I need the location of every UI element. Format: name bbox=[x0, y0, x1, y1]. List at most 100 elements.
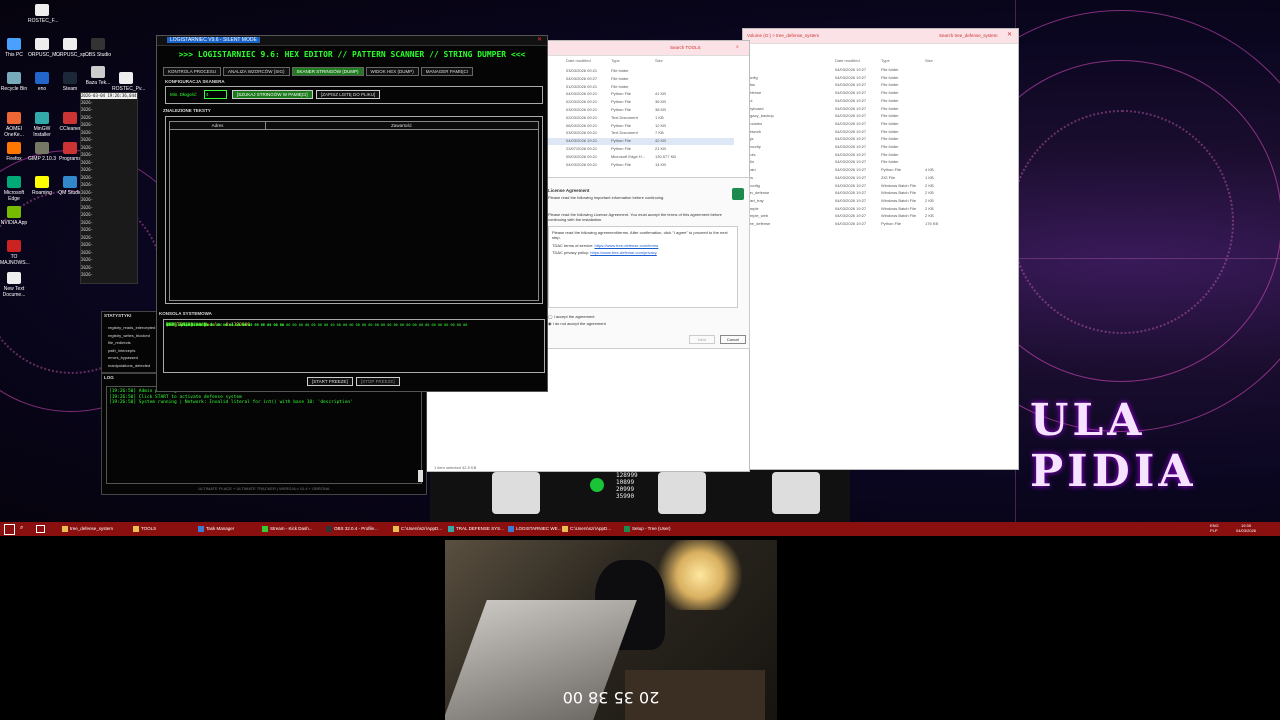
file-row[interactable]: data 04/03/2026 19:27 File folder bbox=[743, 82, 983, 89]
privacy-link[interactable]: https://www.tree-defense.com/privacy bbox=[590, 250, 656, 255]
file-row[interactable]: utils 04/03/2026 19:27 File folder bbox=[743, 159, 983, 166]
min-length-input[interactable]: 4 bbox=[204, 90, 227, 99]
search-icon[interactable]: ⌕ bbox=[736, 44, 739, 50]
close-icon[interactable]: ✕ bbox=[1007, 31, 1012, 38]
file-row[interactable]: keyboard 04/03/2026 19:27 File folder bbox=[743, 106, 983, 113]
desktop-icon[interactable]: Baza Tek... bbox=[84, 66, 112, 86]
results-table[interactable]: Adres Zawartość bbox=[169, 121, 539, 301]
stop-freeze-button[interactable]: [STOP FREEZE] bbox=[356, 377, 400, 386]
file-row[interactable]: legacy_backup 04/03/2026 19:27 File folder bbox=[743, 113, 983, 120]
column-address[interactable]: Adres bbox=[170, 122, 266, 129]
taskbar-item[interactable]: tree_defense_system bbox=[62, 524, 113, 534]
column-header[interactable]: Date modified bbox=[835, 58, 860, 63]
desktop-icon[interactable]: Recycle Bin bbox=[0, 72, 28, 92]
desktop-icon[interactable]: New Text Docume... bbox=[0, 272, 28, 298]
taskbar-item[interactable]: C:\Users\szr\AppD... bbox=[562, 524, 611, 534]
desktop-icon[interactable]: eno bbox=[28, 72, 56, 92]
desktop-icon[interactable]: ROSTEC_Pv... bbox=[112, 72, 145, 92]
file-cell: 01/03/2026 09:21 bbox=[566, 83, 598, 89]
taskbar-item[interactable]: Task Manager bbox=[198, 524, 234, 534]
file-row[interactable]: tree_defense 04/03/2026 19:27 Python File 1… bbox=[743, 221, 983, 228]
taskbar-item[interactable]: LOGISTARNIEC WE... bbox=[508, 524, 561, 534]
file-row[interactable]: run_defense 04/03/2026 19:27 Windows Batch… bbox=[743, 190, 983, 197]
start-icon[interactable] bbox=[4, 524, 15, 535]
taskbar-item[interactable]: OBS 32.0.4 - Profile... bbox=[326, 524, 378, 534]
desktop-icon[interactable]: NVIDIA App bbox=[0, 206, 28, 226]
log-text-area[interactable]: [19:26:50] Admin privileges: <> [19:26:50… bbox=[106, 386, 422, 484]
desktop-icon[interactable]: ORPUSC_M... bbox=[28, 38, 61, 58]
desktop-icon[interactable]: ROSTEC_F... bbox=[28, 4, 58, 24]
file-cell: File folder bbox=[881, 151, 899, 157]
desktop-icon[interactable]: OBS Studio bbox=[84, 38, 112, 58]
tab-signature-analysis[interactable]: ANALIZA WZORCÓW (SIG) bbox=[223, 67, 290, 76]
column-header[interactable]: Size bbox=[925, 58, 933, 63]
explorer-path[interactable]: Volume (G:) > tree_defense_system bbox=[747, 33, 819, 38]
file-row[interactable]: network 04/03/2026 19:27 File folder bbox=[743, 129, 983, 136]
desktop-icon[interactable]: Microsoft Edge bbox=[0, 176, 28, 202]
file-row[interactable]: simple_web 04/03/2026 19:27 Windows Batch … bbox=[743, 213, 983, 220]
cancel-button[interactable]: Cancel bbox=[720, 335, 746, 344]
title-bar[interactable]: LOGISTARNIEC V9.6 - SILENT MODE ✕ bbox=[157, 36, 547, 46]
tab-string-scanner[interactable]: SKANER STRINGÓW (DUMP) bbox=[291, 67, 364, 76]
tray-clock[interactable]: 19:35 04/03/2026 bbox=[1236, 523, 1256, 533]
file-row[interactable]: ogs 04/03/2026 19:27 File folder bbox=[743, 136, 983, 143]
file-row[interactable]: modules 04/03/2026 19:27 File folder bbox=[743, 121, 983, 128]
desktop-icon[interactable]: GIMP 2.10.3 bbox=[28, 142, 56, 162]
save-list-button[interactable]: [ZAPISZ LISTĘ DO PLIKU] bbox=[316, 90, 381, 99]
tab-process-control[interactable]: KONTROLA PROCESU bbox=[163, 67, 222, 76]
taskbar-item[interactable]: C:\Users\szr\AppD... bbox=[393, 524, 442, 534]
tab-memory-manager[interactable]: MANAGER PAMIĘCI bbox=[420, 67, 473, 76]
file-row[interactable]: sys 04/03/2026 19:27 ZIG File 1 KB bbox=[743, 175, 983, 182]
file-row[interactable]: security 04/03/2026 19:27 File folder bbox=[743, 144, 983, 151]
explorer-search-input[interactable]: Search tree_defense_system bbox=[939, 33, 998, 38]
console-box[interactable]: [SYSTEM] Base Module: 0x1320000 Podgląd b… bbox=[163, 319, 545, 373]
desktop-icon[interactable]: MinGW Installer bbox=[28, 112, 56, 138]
explorer-window-tree[interactable]: Volume (G:) > tree_defense_system Search… bbox=[742, 28, 1019, 470]
taskbar-item[interactable]: Setup - Tree (User) bbox=[624, 524, 671, 534]
desktop-icon[interactable]: TO MAJNOWS... bbox=[0, 240, 30, 266]
file-row[interactable]: config 04/03/2026 19:27 File folder bbox=[743, 75, 983, 82]
taskbar-item[interactable]: TRAL DEFENSE SYS... bbox=[448, 524, 504, 534]
decline-radio[interactable]: ◉ I do not accept the agreement bbox=[548, 321, 606, 326]
agreement-textbox[interactable]: Please read the following agreement/term… bbox=[548, 226, 738, 308]
taskbar-item[interactable]: Stream - Kick Dash... bbox=[262, 524, 313, 534]
desktop-icon[interactable]: AOMEI OneKe... bbox=[0, 112, 28, 138]
desktop-icon[interactable]: This PC bbox=[0, 38, 28, 58]
task-view-icon[interactable] bbox=[36, 525, 45, 533]
file-row[interactable]: simple 04/03/2026 19:27 Windows Batch File… bbox=[743, 206, 983, 213]
app-icon bbox=[7, 72, 21, 84]
column-header[interactable]: Size bbox=[655, 58, 663, 63]
column-content[interactable]: Zawartość bbox=[266, 122, 537, 129]
close-icon[interactable]: ✕ bbox=[537, 36, 542, 43]
setup-dialog[interactable]: License Agreement Please read the follow… bbox=[543, 177, 750, 349]
file-row[interactable]: main 04/03/2026 19:27 Python File 4 KB bbox=[743, 167, 983, 174]
file-row[interactable]: gui04/03/2026 19:27File folder bbox=[743, 98, 983, 105]
desktop-icon[interactable]: Firefox bbox=[0, 142, 28, 162]
search-icon[interactable]: ⌕ bbox=[20, 525, 23, 532]
file-row[interactable]: ai04/03/2026 19:27File folder bbox=[743, 67, 983, 74]
start-freeze-button[interactable]: [START FREEZE] bbox=[307, 377, 353, 386]
background-console-window[interactable]: 2026-03-04 19:26:36,044 2026- 2026- 2026- 2… bbox=[80, 92, 138, 284]
file-cell: File folder bbox=[611, 83, 629, 89]
tray-language[interactable]: ENG PLP bbox=[1210, 523, 1219, 533]
desktop-icon[interactable]: Steam bbox=[56, 72, 84, 92]
app-icon bbox=[7, 206, 21, 218]
scan-strings-button[interactable]: [SZUKAJ STRINGÓW W PAMIĘCI] bbox=[232, 90, 313, 99]
next-button[interactable]: Next bbox=[689, 335, 715, 344]
column-header[interactable]: Type bbox=[881, 58, 890, 63]
column-header[interactable]: Type bbox=[611, 58, 620, 63]
explorer-search-input[interactable]: Search TOOLS bbox=[670, 45, 701, 50]
terms-link[interactable]: https://www.tree-defense.com/terms bbox=[594, 243, 658, 248]
desktop-icon[interactable]: Roaming bbox=[28, 176, 56, 196]
scrollbar[interactable] bbox=[418, 470, 423, 482]
tab-hex-view[interactable]: WIDOK HEX (DUMP) bbox=[365, 67, 419, 76]
file-row[interactable]: tools 04/03/2026 19:27 File folder bbox=[743, 152, 983, 159]
taskbar-item[interactable]: TOOLS bbox=[133, 524, 156, 534]
desktop-icon[interactable]: ORPUSC_sp... bbox=[56, 38, 90, 58]
file-row[interactable]: defense 04/03/2026 19:27 File folder bbox=[743, 90, 983, 97]
file-row[interactable]: start_tray 04/03/2026 19:27 Windows Batch … bbox=[743, 198, 983, 205]
logistarniec-window[interactable]: LOGISTARNIEC V9.6 - SILENT MODE ✕ >>> LO… bbox=[156, 35, 548, 392]
column-header[interactable]: Date modified bbox=[566, 58, 591, 63]
file-row[interactable]: _config 04/03/2026 19:27 Windows Batch Fil… bbox=[743, 183, 983, 190]
accept-radio[interactable]: ◯ I accept the agreement bbox=[548, 314, 595, 319]
